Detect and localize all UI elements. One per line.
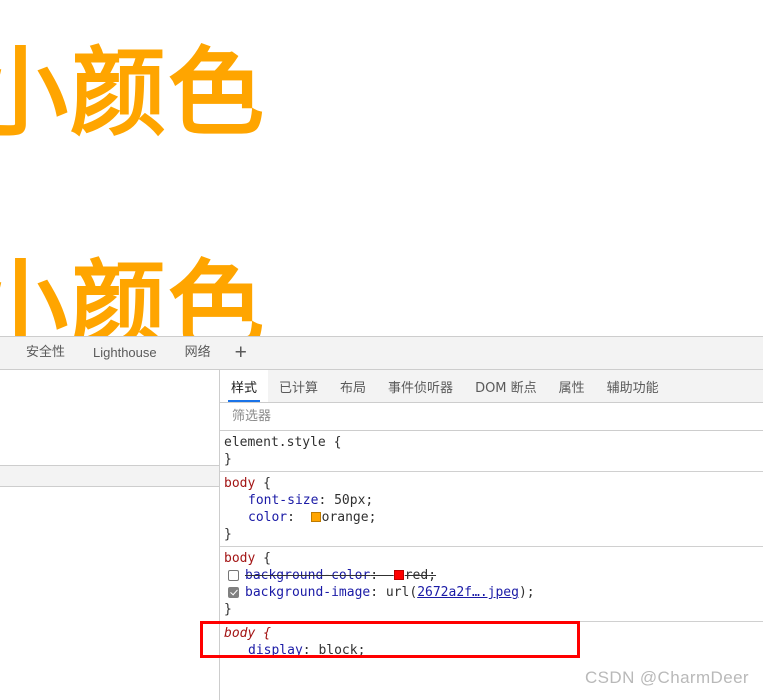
page-heading-text-1: 小颜色 <box>0 37 266 149</box>
declaration-property[interactable]: background-color <box>245 568 370 583</box>
declaration-property[interactable]: display <box>248 643 303 658</box>
elements-pane-lower <box>0 487 219 700</box>
tab-layout[interactable]: 布局 <box>329 370 377 402</box>
rule-open-brace: { <box>263 476 271 491</box>
toolbar-tab-network[interactable]: 网络 <box>171 337 225 369</box>
dom-tree-area[interactable] <box>0 370 219 466</box>
rule-close-brace: } <box>224 602 232 617</box>
tab-event-listeners[interactable]: 事件侦听器 <box>377 370 464 402</box>
rule-close-brace: } <box>224 527 232 542</box>
css-rule-body-typography[interactable]: body { font-size: 50px; color: orange; } <box>220 472 763 547</box>
declaration-background-color[interactable]: background-color: red; <box>224 567 763 584</box>
declaration-value-prefix: url( <box>385 585 418 600</box>
declaration-value[interactable]: block <box>318 643 357 658</box>
rule-open-brace: { <box>333 435 342 450</box>
css-rule-body-useragent[interactable]: body { display: block; <box>220 622 763 662</box>
color-swatch-orange[interactable] <box>310 512 321 522</box>
declaration-property[interactable]: font-size <box>248 493 318 508</box>
styles-filter-input[interactable] <box>230 408 714 425</box>
declaration-font-size[interactable]: font-size: 50px; <box>224 492 763 509</box>
declaration-value[interactable]: red <box>405 568 428 583</box>
declaration-value[interactable]: 50px <box>334 493 365 508</box>
rule-selector[interactable]: body <box>224 626 255 641</box>
toolbar-tab-lighthouse[interactable]: Lighthouse <box>79 337 171 369</box>
devtools-toolbar: 安全性 Lighthouse 网络 + <box>0 337 763 370</box>
declaration-checkbox-background-color[interactable] <box>228 570 239 581</box>
breadcrumb-bar[interactable] <box>0 466 219 487</box>
tab-properties[interactable]: 属性 <box>548 370 596 402</box>
declaration-value-suffix: ) <box>518 585 527 600</box>
color-swatch-red[interactable] <box>393 570 404 580</box>
rule-selector[interactable]: body <box>224 476 255 491</box>
declaration-terminator: ; <box>428 568 437 583</box>
css-rules-list: element.style { } body { font-size: 50px… <box>220 431 763 662</box>
rule-selector[interactable]: body <box>224 551 255 566</box>
declaration-property[interactable]: background-image <box>245 584 370 601</box>
tab-accessibility[interactable]: 辅助功能 <box>596 370 670 402</box>
add-panel-icon[interactable]: + <box>225 342 257 364</box>
css-rule-element-style[interactable]: element.style { } <box>220 431 763 472</box>
declaration-display[interactable]: display: block; <box>224 642 763 659</box>
declaration-background-image[interactable]: background-image: url(2672a2f….jpeg); <box>224 584 763 601</box>
rule-selector[interactable]: element.style <box>224 435 326 450</box>
declaration-value[interactable]: orange <box>322 510 369 525</box>
devtools-main-split: 样式 已计算 布局 事件侦听器 DOM 断点 属性 辅助功能 element.s… <box>0 370 763 700</box>
declaration-checkbox-background-image[interactable] <box>228 587 239 598</box>
declaration-property[interactable]: color <box>248 510 287 525</box>
declaration-terminator: ; <box>368 510 377 525</box>
background-image-url-link[interactable]: 2672a2f….jpeg <box>417 584 519 601</box>
css-rule-body-background[interactable]: body { background-color: red; background… <box>220 547 763 622</box>
rendered-page-viewport: 小颜色 小颜色 <box>0 0 763 336</box>
devtools-panel: 安全性 Lighthouse 网络 + 样式 已计算 布局 事件侦听器 DOM … <box>0 336 763 700</box>
styles-sidebar-tabbar: 样式 已计算 布局 事件侦听器 DOM 断点 属性 辅助功能 <box>220 370 763 403</box>
styles-filter-row[interactable] <box>220 403 763 431</box>
rule-open-brace: { <box>263 626 271 641</box>
elements-tree-pane <box>0 370 220 700</box>
rule-open-brace: { <box>263 551 271 566</box>
styles-sidebar: 样式 已计算 布局 事件侦听器 DOM 断点 属性 辅助功能 element.s… <box>220 370 763 700</box>
toolbar-tab-security[interactable]: 安全性 <box>12 337 79 369</box>
tab-dom-breakpoints[interactable]: DOM 断点 <box>464 370 548 402</box>
rule-close-brace: } <box>224 452 232 467</box>
tab-styles[interactable]: 样式 <box>220 370 269 402</box>
page-heading-text-2: 小颜色 <box>0 250 266 336</box>
declaration-terminator: ; <box>526 585 535 600</box>
declaration-color[interactable]: color: orange; <box>224 509 763 526</box>
tab-computed[interactable]: 已计算 <box>268 370 329 402</box>
declaration-terminator: ; <box>357 643 366 658</box>
declaration-terminator: ; <box>365 493 374 508</box>
